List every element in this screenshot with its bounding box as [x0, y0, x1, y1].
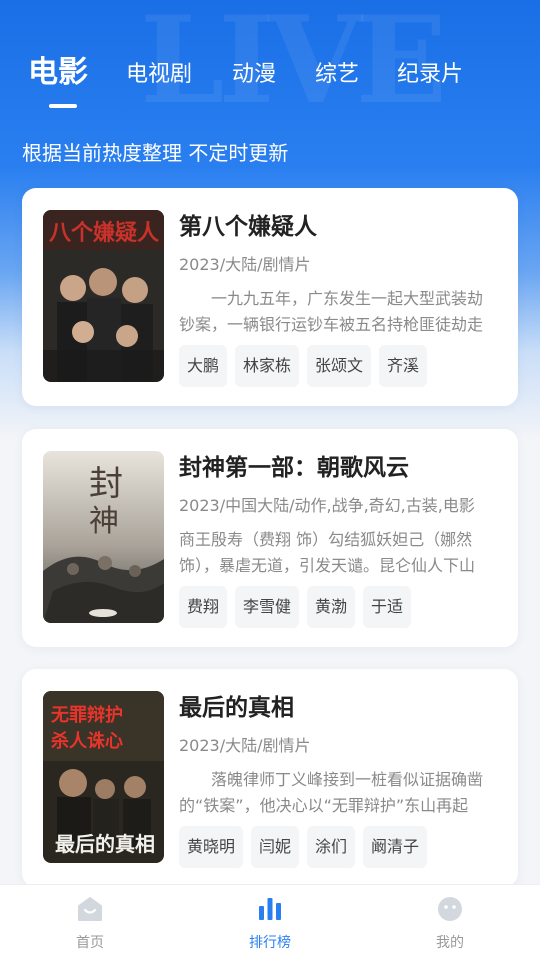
cast-tag[interactable]: 大鹏 — [179, 345, 228, 387]
ranking-subtitle: 根据当前热度整理 不定时更新 — [22, 141, 289, 165]
nav-ranking-label: 排行榜 — [249, 935, 291, 951]
active-tab-indicator — [49, 104, 77, 108]
nav-profile[interactable]: 我的 — [390, 885, 510, 960]
movie-description: 落魄律师丁义峰接到一桩看似证据确凿的“铁案”，他决心以“无罪辩护”东山再起 — [179, 770, 484, 815]
movie-card[interactable]: 封 神 封神第一部：朝歌风云 2023/中国大陆/动作,战争,奇幻,古装,电影 … — [22, 429, 518, 647]
poster-suspect: 八个嫌疑人 — [43, 210, 164, 382]
cast-tag[interactable]: 闫妮 — [251, 826, 300, 868]
bottom-nav: 首页 排行榜 我的 — [0, 884, 540, 960]
movie-poster[interactable]: 八个嫌疑人 — [43, 210, 164, 382]
cast-tag[interactable]: 林家栋 — [235, 345, 300, 387]
cast-tag[interactable]: 涂们 — [307, 826, 356, 868]
svg-text:最后的真相: 最后的真相 — [55, 832, 155, 856]
movie-title[interactable]: 封神第一部：朝歌风云 — [179, 451, 409, 485]
cast-tag[interactable]: 黄渤 — [307, 586, 356, 628]
movie-card[interactable]: 八个嫌疑人 第八个嫌疑人 2023/大陆/剧情片 一九九五年，广东发生一起大型武… — [22, 188, 518, 406]
movie-description: 一九九五年，广东发生一起大型武装劫钞案，一辆银行运钞车被五名持枪匪徒劫走 — [179, 289, 484, 334]
svg-text:神: 神 — [89, 504, 119, 539]
movie-meta: 2023/中国大陆/动作,战争,奇幻,古装,电影 — [179, 496, 475, 515]
home-icon — [78, 897, 102, 921]
profile-icon — [438, 897, 462, 921]
nav-home-label: 首页 — [76, 935, 104, 951]
tab-movie[interactable]: 电影 — [28, 50, 88, 96]
poster-truth: 无罪辩护 杀人诛心 最后的真相 — [43, 691, 164, 863]
svg-text:封: 封 — [89, 464, 123, 504]
movie-meta: 2023/大陆/剧情片 — [179, 736, 311, 755]
tab-variety[interactable]: 综艺 — [315, 50, 359, 100]
cast-tag[interactable]: 黄晓明 — [179, 826, 244, 868]
ranking-icon — [259, 898, 281, 920]
svg-text:杀人诛心: 杀人诛心 — [51, 730, 123, 752]
tab-documentary[interactable]: 纪录片 — [397, 50, 463, 100]
svg-text:无罪辩护: 无罪辩护 — [51, 704, 123, 726]
cast-tags: 大鹏 林家栋 张颂文 齐溪 — [179, 345, 428, 387]
svg-text:八个嫌疑人: 八个嫌疑人 — [49, 220, 159, 246]
nav-ranking[interactable]: 排行榜 — [210, 885, 330, 960]
cast-tag[interactable]: 费翔 — [179, 586, 228, 628]
movie-description: 商王殷寿（费翔 饰）勾结狐妖妲己（娜然 饰），暴虐无道，引发天谴。昆仑仙人下山 — [179, 530, 476, 575]
tab-anime[interactable]: 动漫 — [232, 50, 276, 100]
cast-tag[interactable]: 阚清子 — [363, 826, 428, 868]
cast-tag[interactable]: 于适 — [363, 586, 412, 628]
tab-tv-series[interactable]: 电视剧 — [126, 50, 192, 100]
cast-tags: 黄晓明 闫妮 涂们 阚清子 — [179, 826, 428, 868]
cast-tags: 费翔 李雪健 黄渤 于适 — [179, 586, 412, 628]
cast-tag[interactable]: 齐溪 — [379, 345, 428, 387]
nav-home[interactable]: 首页 — [30, 885, 150, 960]
movie-meta: 2023/大陆/剧情片 — [179, 255, 311, 274]
movie-card[interactable]: 无罪辩护 杀人诛心 最后的真相 最后的真相 2023/大陆/剧情片 落魄律师丁义… — [22, 669, 518, 887]
movie-title[interactable]: 第八个嫌疑人 — [179, 210, 317, 244]
nav-profile-label: 我的 — [436, 935, 464, 951]
cast-tag[interactable]: 张颂文 — [307, 345, 372, 387]
movie-title[interactable]: 最后的真相 — [179, 691, 294, 725]
movie-poster[interactable]: 无罪辩护 杀人诛心 最后的真相 — [43, 691, 164, 863]
cast-tag[interactable]: 李雪健 — [235, 586, 300, 628]
poster-fengshen: 封 神 — [43, 451, 164, 623]
category-tabs: 电影 电视剧 动漫 综艺 纪录片 — [0, 50, 540, 114]
movie-poster[interactable]: 封 神 — [43, 451, 164, 623]
